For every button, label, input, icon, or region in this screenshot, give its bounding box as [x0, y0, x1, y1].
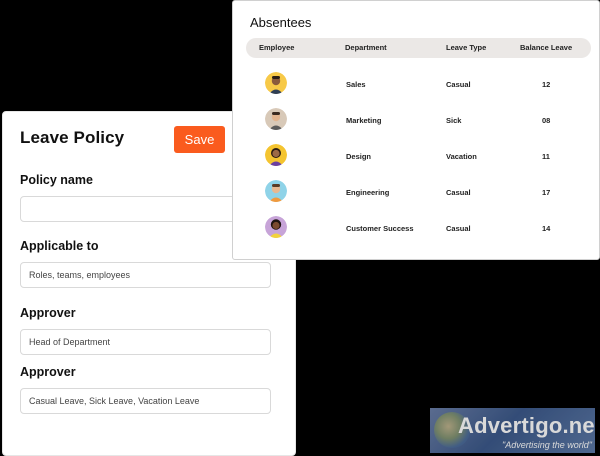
table-row[interactable]: Design Vacation 11 — [246, 141, 591, 171]
table-header: Employee Department Leave Type Balance L… — [246, 38, 591, 58]
applicable-to-label: Applicable to — [20, 239, 99, 253]
save-button[interactable]: Save — [174, 126, 225, 153]
balance-cell: 14 — [542, 224, 551, 233]
column-header-employee: Employee — [259, 43, 295, 52]
department-cell: Customer Success — [346, 224, 414, 233]
person-icon — [265, 108, 287, 130]
balance-cell: 17 — [542, 188, 551, 197]
column-header-balance-leave: Balance Leave — [520, 43, 573, 52]
absentees-card: Absentees Employee Department Leave Type… — [232, 0, 600, 260]
absentees-title: Absentees — [250, 15, 312, 30]
watermark: Advertigo.net "Advertising the world" — [430, 408, 595, 453]
approver-label: Approver — [20, 306, 76, 320]
leave-type-cell: Casual — [446, 188, 471, 197]
avatar — [265, 144, 287, 166]
person-icon — [265, 144, 287, 166]
leave-type-cell: Sick — [446, 116, 462, 125]
person-icon — [265, 72, 287, 94]
avatar — [265, 216, 287, 238]
avatar — [265, 108, 287, 130]
applicable-to-input[interactable]: Roles, teams, employees — [20, 262, 271, 288]
approver-label-second: Approver — [20, 365, 76, 379]
leave-type-cell: Casual — [446, 224, 471, 233]
leave-type-cell: Vacation — [446, 152, 477, 161]
department-cell: Marketing — [346, 116, 382, 125]
department-cell: Sales — [346, 80, 366, 89]
balance-cell: 08 — [542, 116, 551, 125]
column-header-leave-type: Leave Type — [446, 43, 487, 52]
watermark-brand: Advertigo.net — [458, 413, 595, 438]
leave-type-cell: Casual — [446, 80, 471, 89]
avatar — [265, 72, 287, 94]
approver-input[interactable]: Head of Department — [20, 329, 271, 355]
column-header-department: Department — [345, 43, 387, 52]
table-row[interactable]: Customer Success Casual 14 — [246, 213, 591, 243]
policy-name-label: Policy name — [20, 173, 93, 187]
leave-types-input[interactable]: Casual Leave, Sick Leave, Vacation Leave — [20, 388, 271, 414]
avatar — [265, 180, 287, 202]
department-cell: Design — [346, 152, 372, 161]
page-title: Leave Policy — [20, 128, 125, 147]
person-icon — [265, 180, 287, 202]
balance-cell: 11 — [542, 152, 550, 161]
person-icon — [265, 216, 287, 238]
table-row[interactable]: Sales Casual 12 — [246, 69, 591, 99]
balance-cell: 12 — [542, 80, 551, 89]
department-cell: Engineering — [346, 188, 390, 197]
table-row[interactable]: Marketing Sick 08 — [246, 105, 591, 135]
table-row[interactable]: Engineering Casual 17 — [246, 177, 591, 207]
watermark-tagline: "Advertising the world" — [502, 440, 592, 450]
